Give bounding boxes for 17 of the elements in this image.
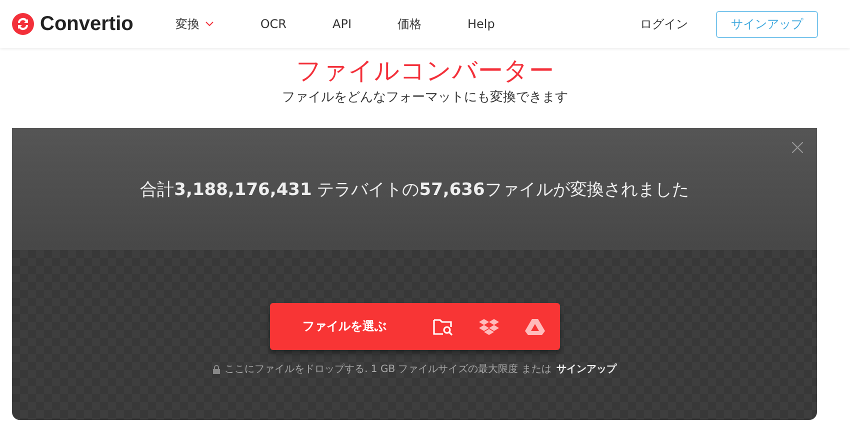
- stats-text: 合計3,188,176,431 テラバイトの57,636ファイルが変換されました: [140, 178, 689, 200]
- page-title: ファイルコンバーター: [296, 56, 554, 86]
- page-subtitle: ファイルをどんなフォーマットにも変換できます: [282, 89, 568, 106]
- nav-link[interactable]: OCR: [260, 16, 305, 32]
- drop-hint: ここにファイルをドロップする. 1 GB ファイルサイズの最大限度 または: [224, 362, 552, 376]
- choose-files-button[interactable]: ファイルを選ぶ: [270, 303, 420, 350]
- nav-link[interactable]: Help: [468, 16, 513, 32]
- nav-link[interactable]: 価格: [398, 16, 440, 32]
- logo-icon: [12, 13, 34, 35]
- lock-icon: [212, 364, 220, 374]
- chevron-down-icon: [205, 21, 214, 27]
- nav-link[interactable]: API: [332, 16, 370, 32]
- logo-text: Convertio: [40, 12, 134, 36]
- close-icon[interactable]: [792, 142, 803, 153]
- signup-link[interactable]: サインアップ: [556, 362, 616, 376]
- login-link[interactable]: ログイン: [640, 16, 688, 32]
- nav-link[interactable]: 変換: [175, 16, 232, 32]
